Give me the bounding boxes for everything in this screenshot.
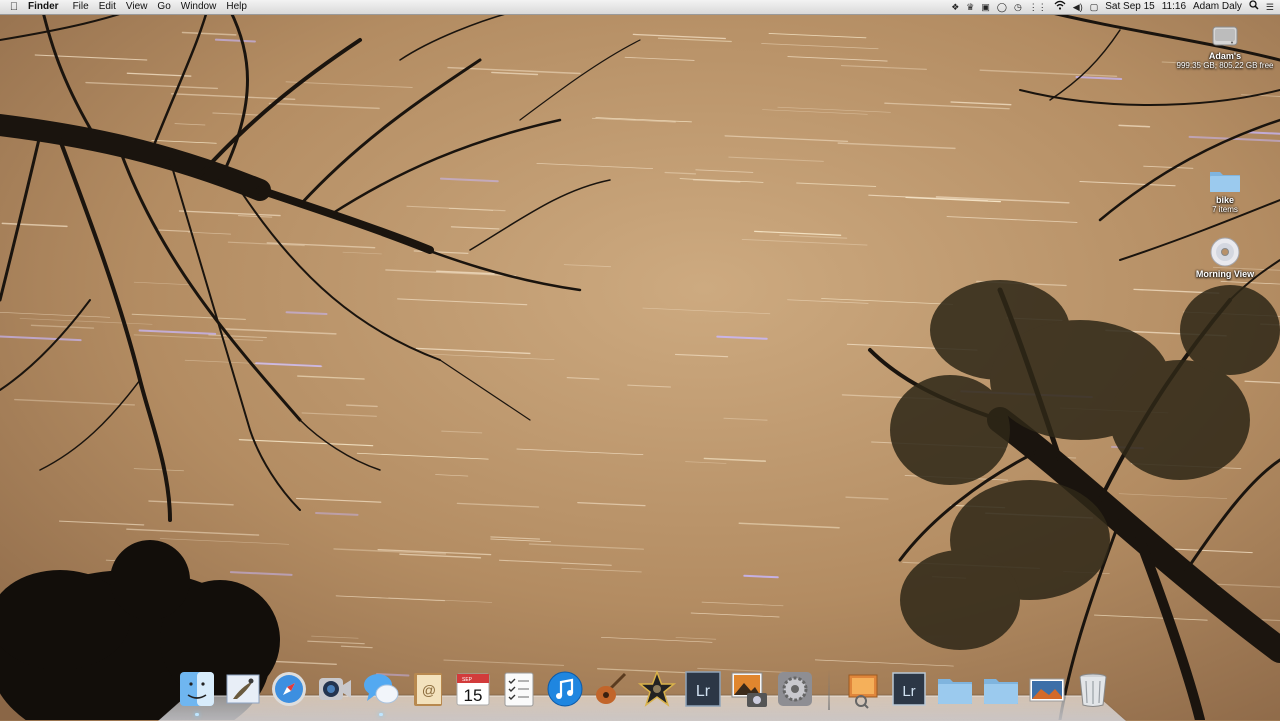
photo-stack-icon [1029, 678, 1065, 702]
messages-icon [364, 674, 399, 704]
dropbox-icon[interactable]: ❖ [951, 0, 959, 14]
skype-icon[interactable]: ▣ [981, 0, 990, 14]
svg-text:@: @ [422, 682, 436, 698]
finder-icon [180, 672, 214, 706]
dock-photo-stack[interactable] [1026, 668, 1068, 710]
dock-mail[interactable] [222, 668, 264, 710]
contacts-icon: @ [414, 673, 442, 706]
trash-icon [1079, 673, 1107, 707]
clock-date[interactable]: Sat Sep 15 [1105, 0, 1154, 14]
menu-window[interactable]: Window [181, 0, 225, 14]
reminders-icon [504, 672, 534, 707]
guitar-icon [596, 672, 627, 704]
preview-icon [848, 674, 878, 709]
dock-documents-folder[interactable] [934, 668, 976, 710]
dock: @ SEP 15 Lr Lr [176, 664, 1114, 716]
calendar-icon: SEP 15 [456, 673, 490, 706]
menu-help[interactable]: Help [226, 0, 255, 14]
dock-safari[interactable] [268, 668, 310, 710]
menu-view[interactable]: View [126, 0, 156, 14]
desktop-wallpaper [0, 0, 1280, 720]
folder-label: bike [1215, 195, 1234, 205]
dock-calendar[interactable]: SEP 15 [452, 668, 494, 710]
desktop-folder-bike[interactable]: bike 7 items [1170, 166, 1280, 215]
dock-facetime[interactable] [314, 668, 356, 710]
imovie-star-icon [637, 669, 677, 707]
flag-icon[interactable]: ▢ [1090, 0, 1099, 14]
folder-icon [984, 679, 1018, 704]
bluetooth-icon[interactable]: ⋮⋮ [1029, 0, 1047, 14]
disc-label: Morning View [1195, 269, 1255, 279]
dock-lightroom[interactable]: Lr [682, 668, 724, 710]
folder-icon [938, 679, 972, 704]
menu-bar:  Finder File Edit View Go Window Help ❖… [0, 0, 1280, 15]
itunes-icon [547, 671, 583, 707]
running-indicator [195, 713, 199, 716]
chat-icon[interactable]: ◯ [997, 0, 1007, 14]
svg-text:Lr: Lr [696, 683, 711, 700]
dock-downloads-folder[interactable] [980, 668, 1022, 710]
clock-time[interactable]: 11:16 [1162, 0, 1186, 14]
hard-drive-label: Adam's [1208, 51, 1242, 61]
calendar-month: SEP [462, 677, 473, 683]
time-machine-icon[interactable]: ◷ [1014, 0, 1022, 14]
dock-iphoto[interactable] [728, 668, 770, 710]
dock-garageband[interactable] [590, 668, 632, 710]
dock-contacts[interactable]: @ [406, 668, 448, 710]
dock-imovie[interactable] [636, 668, 678, 710]
dock-reminders[interactable] [498, 668, 540, 710]
menu-edit[interactable]: Edit [99, 0, 124, 14]
menu-go[interactable]: Go [157, 0, 178, 14]
dock-messages[interactable] [360, 668, 402, 716]
user-menu[interactable]: Adam Daly [1193, 0, 1242, 14]
spotlight-icon[interactable] [1249, 0, 1259, 14]
apple-menu-icon[interactable]:  [0, 1, 28, 13]
lightroom-doc-icon: Lr [892, 672, 926, 706]
calendar-day: 15 [464, 686, 483, 705]
menu-file[interactable]: File [73, 0, 97, 14]
folder-icon [1210, 172, 1240, 192]
facetime-icon [319, 678, 351, 700]
running-indicator [379, 713, 383, 716]
hard-drive-icon [1212, 26, 1238, 46]
dock-lightroom-document[interactable]: Lr [888, 668, 930, 710]
desktop-hard-drive[interactable]: Adam's 999.35 GB, 805.22 GB free [1170, 20, 1280, 71]
disc-icon [1210, 237, 1240, 267]
dock-trash[interactable] [1072, 668, 1114, 710]
iphoto-icon [731, 672, 767, 707]
dock-separator [828, 670, 830, 710]
notification-center-icon[interactable]: ☰ [1266, 0, 1274, 14]
dock-finder[interactable] [176, 668, 218, 716]
svg-text:Lr: Lr [902, 683, 915, 700]
safari-icon [272, 672, 306, 706]
hard-drive-detail: 999.35 GB, 805.22 GB free [1176, 61, 1274, 70]
menu-app-finder[interactable]: Finder [28, 0, 67, 14]
evernote-icon[interactable]: ♛ [966, 0, 974, 14]
lightroom-icon: Lr [685, 671, 721, 707]
gear-icon [778, 672, 812, 706]
mail-icon [226, 674, 260, 704]
folder-detail: 7 items [1212, 205, 1238, 214]
dock-itunes[interactable] [544, 668, 586, 710]
dock-system-preferences[interactable] [774, 668, 816, 710]
volume-icon[interactable]: ◀) [1073, 0, 1083, 14]
desktop-disc-morning-view[interactable]: Morning View [1170, 236, 1280, 279]
dock-preview[interactable] [842, 668, 884, 710]
wifi-icon[interactable] [1054, 0, 1066, 14]
